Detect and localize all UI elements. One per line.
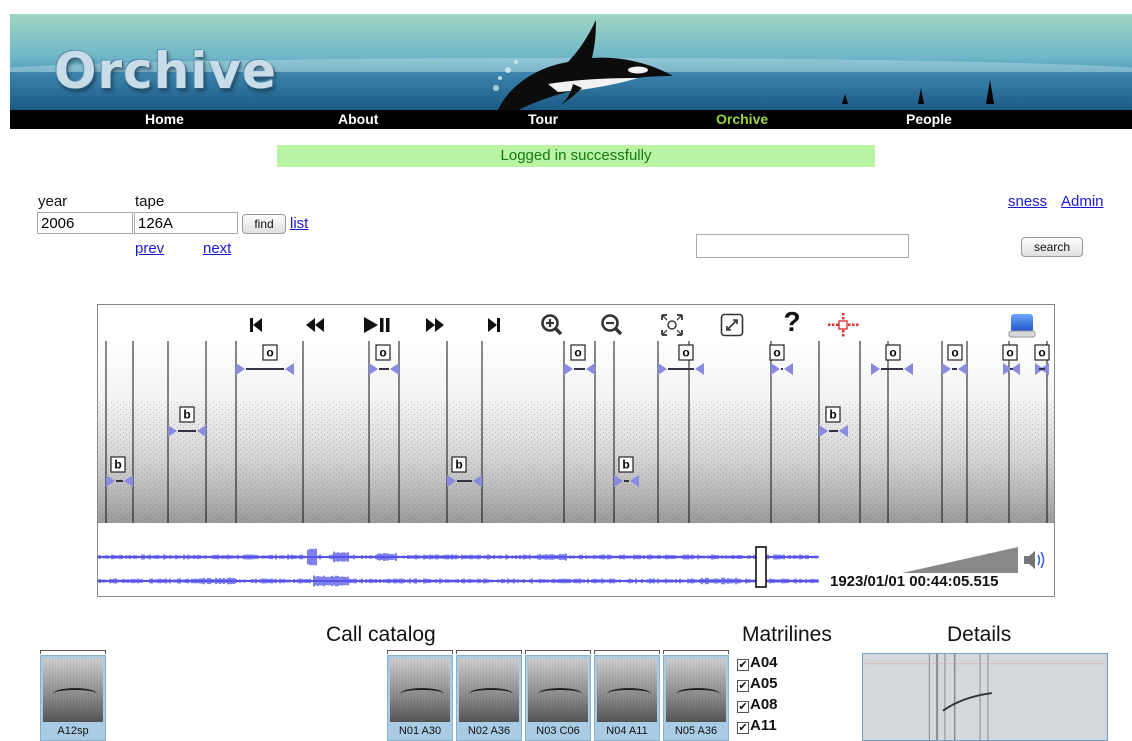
matriline-checkbox[interactable]: ✔: [737, 701, 749, 713]
matriline-label: A11: [750, 717, 777, 734]
catalog-stack-edge: [387, 650, 453, 654]
list-link[interactable]: list: [290, 215, 308, 232]
call-spectrogram-thumb: [528, 658, 588, 722]
admin-link[interactable]: Admin: [1061, 193, 1104, 210]
call-spectrogram-thumb: [666, 658, 726, 722]
speaker-icon: [1024, 551, 1045, 569]
call-spectrogram-thumb: [597, 658, 657, 722]
call-catalog-title: Call catalog: [326, 623, 436, 646]
audio-player: ? b b o o b o b o o b o o o o 1923/01/01…: [97, 304, 1055, 597]
matriline-a11[interactable]: ✔ A11: [737, 717, 777, 734]
annotation-label: o: [574, 346, 581, 360]
catalog-stack-edge: [456, 650, 522, 654]
call-spectrogram-thumb: [43, 658, 103, 722]
catalog-item-label: N02 A36: [467, 725, 511, 737]
site-logo[interactable]: Orchive: [54, 42, 277, 100]
call-spectrogram-thumb: [390, 658, 450, 722]
distant-fin-icon: [986, 80, 994, 104]
catalog-item-label: N01 A30: [398, 725, 442, 737]
catalog-stack-edge: [663, 650, 729, 654]
catalog-item-label: N05 A36: [674, 725, 718, 737]
catalog-stack-edge: [525, 650, 591, 654]
year-label: year: [38, 193, 68, 210]
next-link[interactable]: next: [203, 240, 231, 257]
catalog-item[interactable]: N04 A11: [594, 655, 660, 741]
nav-item-orchive[interactable]: Orchive: [716, 111, 768, 127]
catalog-item-label: N03 C06: [536, 725, 580, 737]
annotation-label: b: [114, 458, 121, 472]
catalog-item[interactable]: N01 A30: [387, 655, 453, 741]
prev-link[interactable]: prev: [135, 240, 164, 257]
nav-item-about[interactable]: About: [338, 111, 378, 127]
matriline-label: A08: [750, 696, 778, 713]
matrilines-title: Matrilines: [742, 623, 832, 646]
catalog-item[interactable]: N05 A36: [663, 655, 729, 741]
fit-icon[interactable]: [658, 311, 686, 339]
annotation-label: b: [183, 408, 190, 422]
catalog-stack-edge: [594, 650, 660, 654]
catalog-item[interactable]: A12sp: [40, 655, 106, 741]
catalog-stack-edge: [40, 650, 106, 654]
crosshair-icon[interactable]: [826, 311, 860, 339]
annotation-label: o: [1006, 346, 1013, 360]
annotation-label: o: [682, 346, 689, 360]
main-nav: Home About Tour Orchive People: [10, 110, 1132, 129]
details-title: Details: [947, 623, 1012, 646]
fast-forward-icon[interactable]: [421, 311, 449, 339]
volume-slider[interactable]: [900, 545, 1050, 575]
annotation-label: b: [622, 458, 629, 472]
catalog-item[interactable]: N03 C06: [525, 655, 591, 741]
annotation-label: b: [829, 408, 836, 422]
call-spectrogram-thumb: [459, 658, 519, 722]
catalog-item-label: N04 A11: [606, 725, 648, 737]
annotation-label: o: [889, 346, 896, 360]
nav-item-tour[interactable]: Tour: [528, 111, 558, 127]
matriline-a08[interactable]: ✔ A08: [737, 696, 778, 713]
waveform[interactable]: [98, 543, 828, 589]
save-disk-icon[interactable]: [1006, 311, 1038, 339]
tape-label: tape: [135, 193, 165, 210]
annotation-label: o: [773, 346, 780, 360]
annotation-label: o: [951, 346, 958, 360]
catalog-item-label: A12sp: [57, 725, 89, 737]
zoom-in-icon[interactable]: [538, 311, 566, 339]
distant-fin-icon: [918, 88, 924, 104]
header-banner: Orchive: [10, 14, 1132, 110]
details-spectrogram: [862, 653, 1108, 741]
nav-item-people[interactable]: People: [906, 111, 952, 127]
playhead-marker: [755, 546, 767, 588]
matriline-a04[interactable]: ✔ A04: [737, 654, 778, 671]
matriline-label: A05: [750, 675, 778, 692]
matriline-checkbox[interactable]: ✔: [737, 659, 749, 671]
distant-fin-icon: [842, 94, 848, 104]
username-link[interactable]: sness: [1008, 193, 1047, 210]
fullscreen-icon[interactable]: [718, 311, 746, 339]
annotation-label: o: [1038, 346, 1045, 360]
status-message: Logged in successfully: [277, 145, 875, 167]
skip-end-icon[interactable]: [480, 311, 508, 339]
orca-icon: [493, 20, 673, 110]
rewind-icon[interactable]: [301, 311, 329, 339]
annotation-label: b: [455, 458, 462, 472]
zoom-out-icon[interactable]: [598, 311, 626, 339]
catalog-item[interactable]: N02 A36: [456, 655, 522, 741]
matriline-checkbox[interactable]: ✔: [737, 722, 749, 734]
matriline-checkbox[interactable]: ✔: [737, 680, 749, 692]
annotation-label: o: [379, 346, 386, 360]
matriline-a05[interactable]: ✔ A05: [737, 675, 778, 692]
playback-timestamp: 1923/01/01 00:44:05.515: [830, 573, 999, 590]
find-button[interactable]: find: [242, 214, 286, 234]
year-input[interactable]: [37, 212, 133, 234]
annotation-label: o: [266, 346, 273, 360]
tape-input[interactable]: [134, 212, 238, 234]
skip-start-icon[interactable]: [242, 311, 270, 339]
search-button[interactable]: search: [1021, 237, 1083, 257]
player-toolbar: ?: [98, 305, 1054, 343]
search-input[interactable]: [696, 234, 909, 258]
play-pause-icon[interactable]: [360, 311, 394, 339]
matriline-label: A04: [750, 654, 778, 671]
nav-item-home[interactable]: Home: [145, 111, 184, 127]
spectrogram[interactable]: b b o o b o b o o b o o o o: [98, 341, 1054, 523]
help-icon[interactable]: ?: [778, 305, 806, 337]
